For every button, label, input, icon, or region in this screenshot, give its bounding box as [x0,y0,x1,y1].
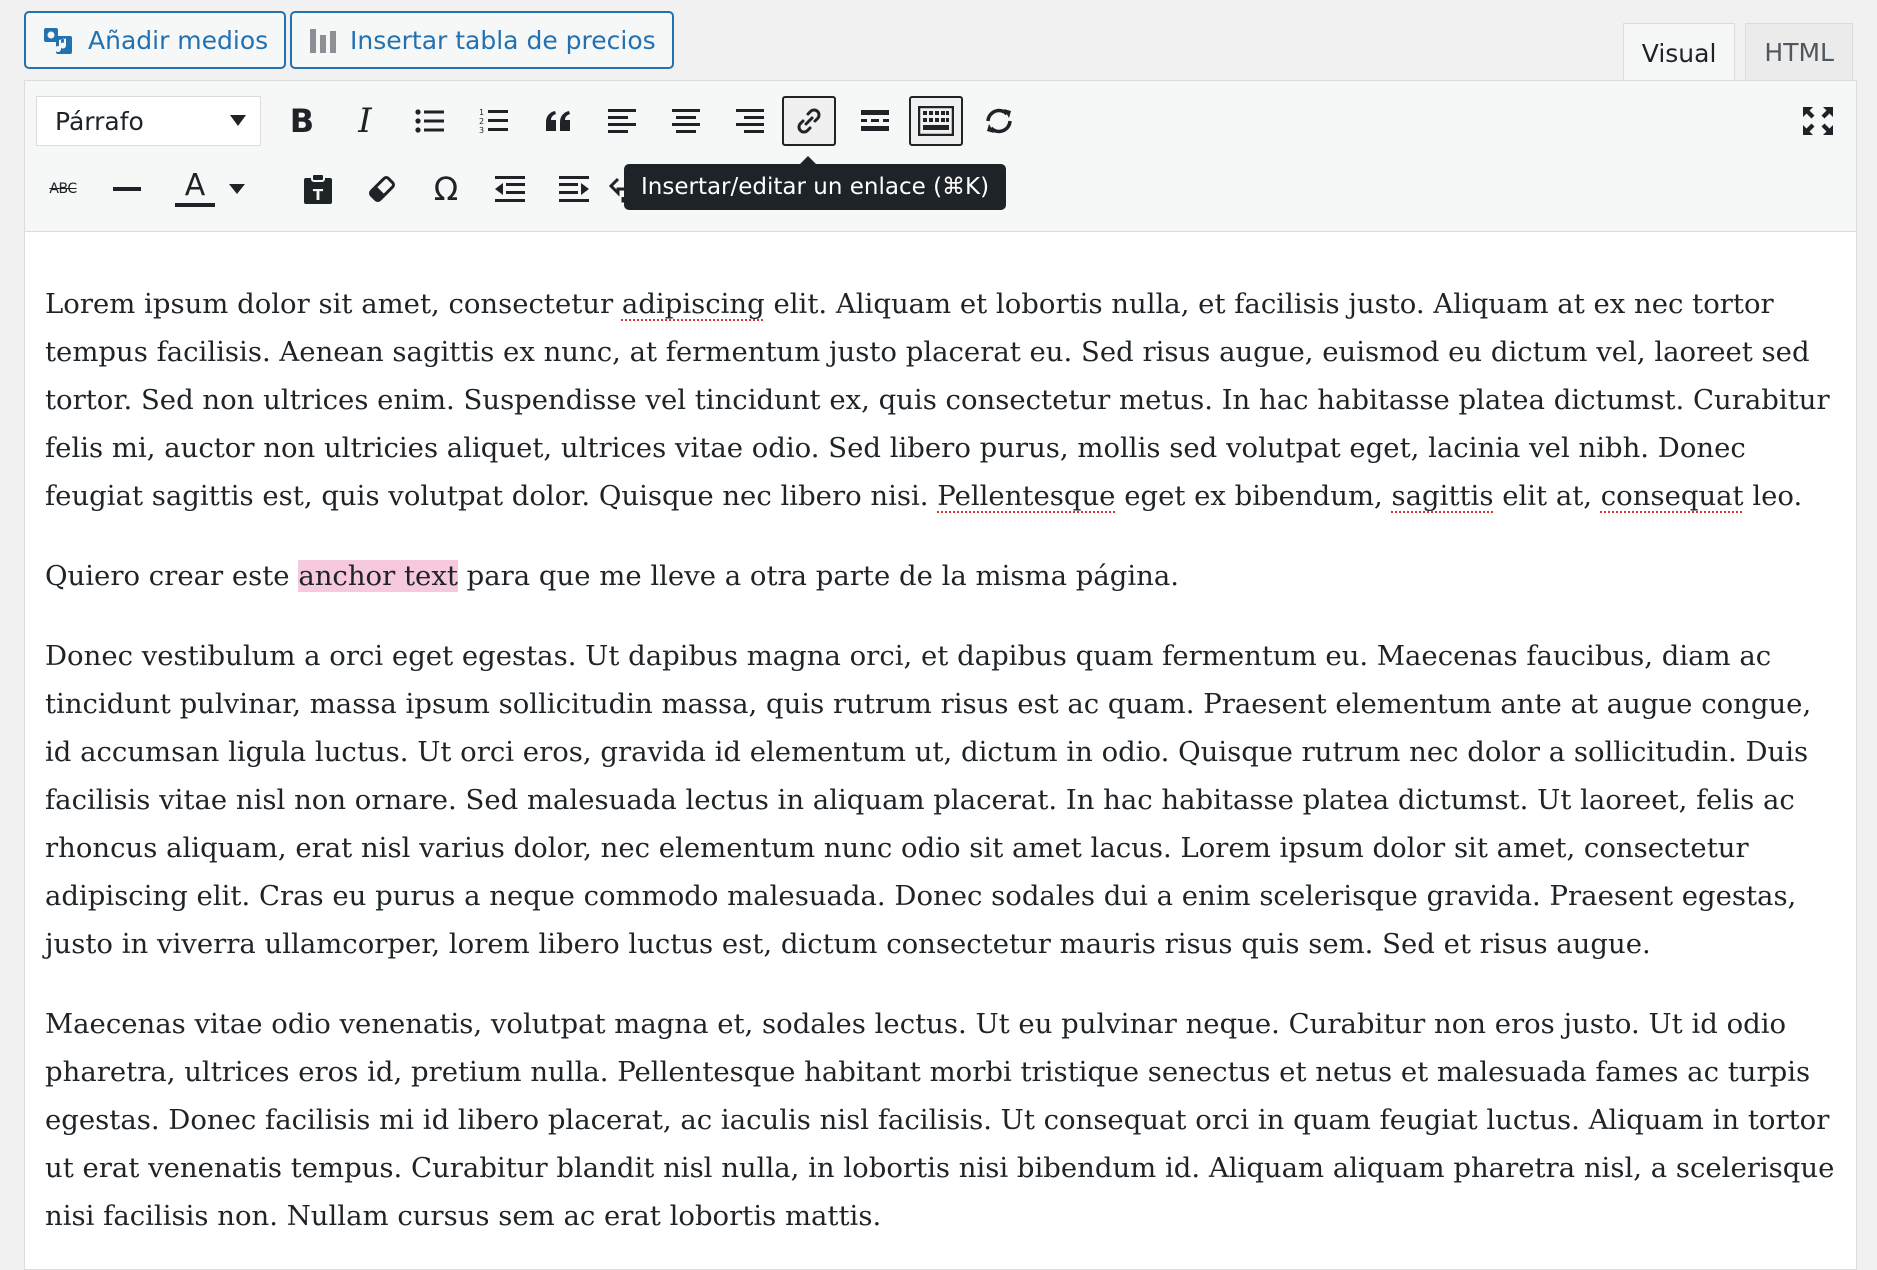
read-more-button[interactable] [848,96,902,146]
svg-text:T: T [313,186,324,204]
align-left-icon [608,109,636,133]
special-char-icon: Ω [433,170,459,208]
align-right-icon [736,109,764,133]
media-icon [44,28,72,54]
strikethrough-button[interactable]: ABC [36,164,90,214]
misspelled-word[interactable]: adipiscing [622,288,765,320]
italic-icon: I [358,101,372,141]
text-run: para que me lleve a otra parte de la mis… [457,560,1179,592]
paragraph-1: Lorem ipsum dolor sit amet, consectetur … [45,280,1836,520]
align-center-button[interactable] [659,96,713,146]
editor-tabs: Visual HTML [1622,23,1853,82]
clear-format-button[interactable] [355,164,409,214]
text-run: Quiero crear este [45,560,299,592]
misspelled-word[interactable]: Pellentesque [937,480,1115,512]
indent-icon [559,176,589,202]
text-run: leo. [1743,480,1803,512]
tab-html[interactable]: HTML [1745,23,1853,81]
horizontal-line-icon [113,187,141,191]
blockquote-icon [546,111,570,131]
eraser-icon [369,176,395,202]
paste-text-icon: T [304,173,332,204]
horizontal-line-button[interactable] [100,164,154,214]
editor-content[interactable]: Lorem ipsum dolor sit amet, consectetur … [25,232,1856,1240]
color-bar [175,203,215,207]
align-left-button[interactable] [595,96,649,146]
align-right-button[interactable] [723,96,777,146]
blockquote-button[interactable] [531,96,585,146]
text-run: Lorem ipsum dolor sit amet, consectetur [45,288,622,320]
numbered-list-button[interactable]: 1 2 3 [467,96,521,146]
align-center-icon [672,109,700,133]
bullet-list-icon [415,109,444,133]
link-icon [797,108,821,134]
bar-chart-icon [310,29,336,53]
editor: Párrafo B I 1 2 3 ABC A T Ω Insertar/edi… [24,80,1857,1270]
keyboard-icon [918,106,954,136]
format-select[interactable]: Párrafo [36,96,261,146]
chevron-down-icon [230,115,246,126]
chevron-down-icon[interactable] [229,184,245,194]
insert-link-button[interactable] [782,96,836,146]
insert-pricing-table-button[interactable]: Insertar tabla de precios [290,11,674,69]
add-media-button[interactable]: Añadir medios [24,11,287,69]
format-select-value: Párrafo [55,106,144,136]
misspelled-word[interactable]: consequat [1601,480,1744,512]
paste-text-button[interactable]: T [291,164,345,214]
paragraph-4: Maecenas vitae odio venenatis, volutpat … [45,1008,1835,1232]
svg-text:3: 3 [479,126,484,135]
refresh-button[interactable] [972,96,1026,146]
insert-pricing-table-label: Insertar tabla de precios [350,25,656,55]
link-tooltip: Insertar/editar un enlace (⌘K) [624,156,1007,210]
selected-anchor-text[interactable]: anchor text [298,560,458,592]
misspelled-word[interactable]: sagittis [1392,480,1494,512]
text-color-button[interactable]: A [163,164,253,214]
fullscreen-icon [1803,107,1833,135]
editor-toolbar: Párrafo B I 1 2 3 ABC A T Ω Insertar/edi… [25,81,1856,232]
add-media-label: Añadir medios [88,25,269,55]
svg-text:1: 1 [479,108,484,117]
bold-icon: B [289,102,315,140]
special-char-button[interactable]: Ω [419,164,473,214]
bold-button[interactable]: B [275,96,329,146]
text-color-swatch: A [175,171,215,207]
text-run: elit. Aliquam et lobortis nulla, et faci… [45,288,1830,512]
strikethrough-icon: ABC [49,181,77,197]
paragraph-2: Quiero crear este anchor text para que m… [45,552,1836,600]
refresh-icon [986,108,1012,134]
outdent-icon [495,176,525,202]
text-color-icon: A [184,168,206,203]
text-run: eget ex bibendum, [1115,480,1392,512]
paragraph-3: Donec vestibulum a orci eget egestas. Ut… [45,640,1812,960]
indent-button[interactable] [547,164,601,214]
toolbar-toggle-button[interactable] [909,96,963,146]
tab-visual[interactable]: Visual [1622,23,1736,82]
numbered-list-icon: 1 2 3 [479,108,508,135]
read-more-icon [861,110,889,131]
text-run: elit at, [1493,480,1601,512]
fullscreen-button[interactable] [1791,96,1845,146]
svg-text:2: 2 [479,117,484,126]
media-buttons-bar: Añadir medios Insertar tabla de precios … [0,0,1877,82]
outdent-button[interactable] [483,164,537,214]
bullet-list-button[interactable] [403,96,457,146]
italic-button[interactable]: I [338,96,392,146]
